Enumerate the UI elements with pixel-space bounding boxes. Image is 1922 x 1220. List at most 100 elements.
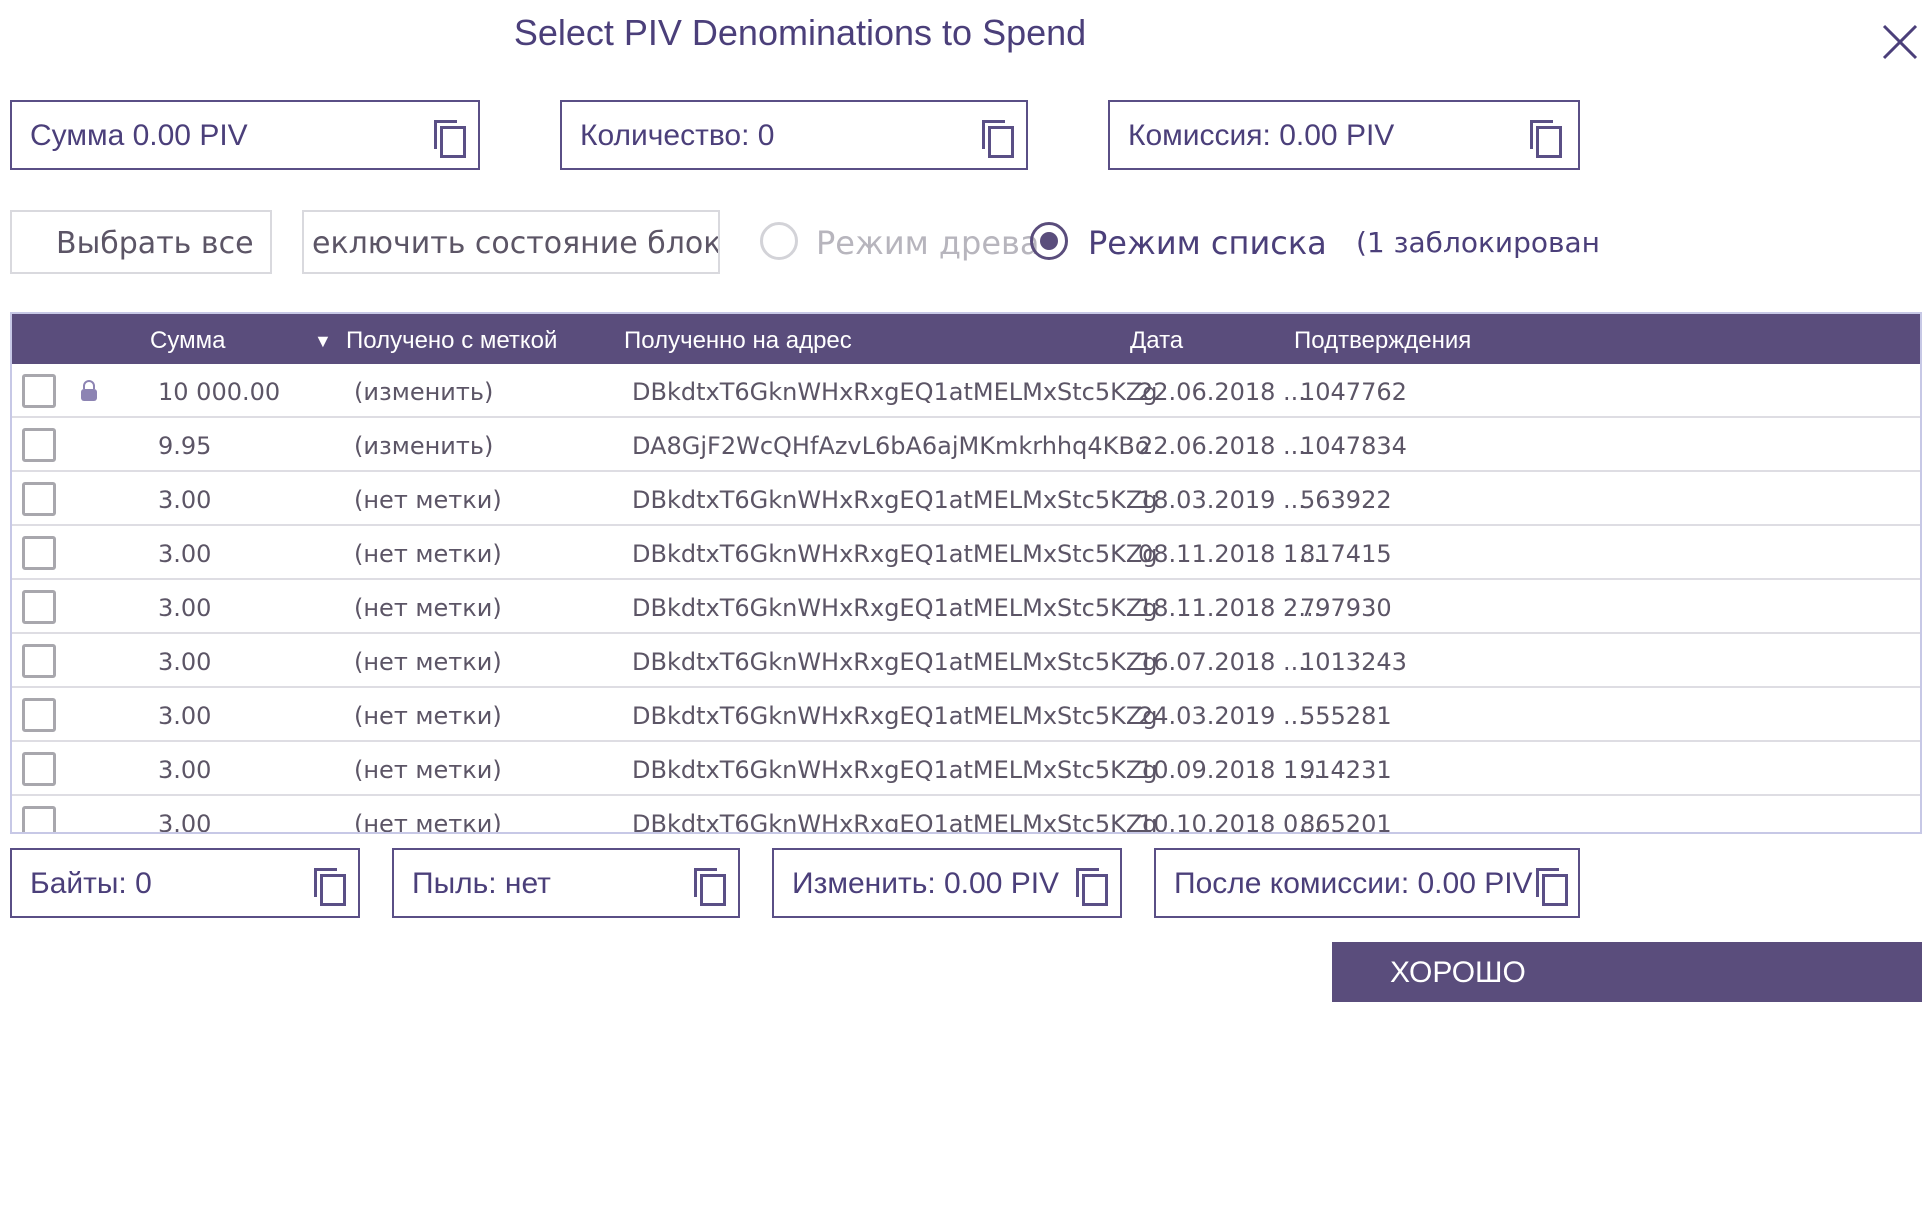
- select-all-button[interactable]: Выбрать все: [10, 210, 272, 274]
- tree-mode-label[interactable]: Режим древа: [816, 224, 1040, 262]
- row-checkbox[interactable]: [22, 806, 56, 832]
- toggle-lock-button[interactable]: еключить состояние блокирс: [302, 210, 720, 274]
- row-label: (нет метки): [354, 540, 502, 568]
- copy-icon[interactable]: [314, 868, 346, 906]
- table-row[interactable]: 3.00 (нет метки) DBkdtxT6GknWHxRxgEQ1atMEL…: [12, 580, 1920, 634]
- row-checkbox[interactable]: [22, 698, 56, 732]
- quantity-summary: Количество: 0: [560, 100, 1028, 170]
- copy-icon[interactable]: [434, 120, 466, 158]
- select-all-label: Выбрать все: [56, 226, 254, 261]
- row-label: (изменить): [354, 432, 494, 460]
- row-confirmations: 1047762: [1300, 378, 1407, 406]
- row-amount: 3.00: [158, 648, 212, 676]
- header-amount[interactable]: Сумма: [150, 327, 225, 355]
- row-address: DBkdtxT6GknWHxRxgEQ1atMELMxStc5KZg: [632, 756, 1158, 784]
- header-label[interactable]: Получено с меткой: [346, 327, 557, 355]
- row-amount: 3.00: [158, 594, 212, 622]
- row-confirmations: 555281: [1300, 702, 1392, 730]
- lock-icon: [81, 380, 97, 401]
- row-address: DA8GjF2WcQHfAzvL6bA6ajMKmkrhhq4KBo: [632, 432, 1150, 460]
- row-checkbox[interactable]: [22, 374, 56, 408]
- row-date: 08.11.2018 1...: [1138, 540, 1322, 568]
- row-amount: 3.00: [158, 540, 212, 568]
- row-checkbox[interactable]: [22, 590, 56, 624]
- row-address: DBkdtxT6GknWHxRxgEQ1atMELMxStc5KZg: [632, 702, 1158, 730]
- row-label: (нет метки): [354, 594, 502, 622]
- table-row[interactable]: 3.00 (нет метки) DBkdtxT6GknWHxRxgEQ1atMEL…: [12, 472, 1920, 526]
- row-confirmations: 1013243: [1300, 648, 1407, 676]
- ok-button-label: ХОРОШО: [1390, 956, 1526, 989]
- row-amount: 3.00: [158, 486, 212, 514]
- list-mode-label[interactable]: Режим списка: [1088, 224, 1327, 262]
- row-checkbox[interactable]: [22, 428, 56, 462]
- coins-table[interactable]: Сумма ▼ Получено с меткой Полученно на а…: [10, 312, 1922, 834]
- row-amount: 10 000.00: [158, 378, 281, 406]
- table-row[interactable]: 3.00 (нет метки) DBkdtxT6GknWHxRxgEQ1atMEL…: [12, 526, 1920, 580]
- row-label: (изменить): [354, 378, 494, 406]
- after-fee-summary: После комиссии: 0.00 PIV: [1154, 848, 1580, 918]
- row-label: (нет метки): [354, 486, 502, 514]
- row-date: 24.03.2019 ...: [1138, 702, 1306, 730]
- row-address: DBkdtxT6GknWHxRxgEQ1atMELMxStc5KZg: [632, 810, 1158, 834]
- row-address: DBkdtxT6GknWHxRxgEQ1atMELMxStc5KZg: [632, 540, 1158, 568]
- amount-summary: Сумма 0.00 PIV: [10, 100, 480, 170]
- row-date: 22.06.2018 ...: [1138, 432, 1306, 460]
- row-label: (нет метки): [354, 756, 502, 784]
- row-date: 10.10.2018 0...: [1138, 810, 1322, 834]
- locked-count: (1 заблокирован: [1356, 226, 1600, 259]
- quantity-summary-label: Количество: 0: [580, 119, 775, 152]
- dust-summary: Пыль: нет: [392, 848, 740, 918]
- copy-icon[interactable]: [1530, 120, 1562, 158]
- row-checkbox[interactable]: [22, 536, 56, 570]
- sort-down-icon: ▼: [314, 331, 332, 351]
- copy-icon[interactable]: [1076, 868, 1108, 906]
- amount-summary-label: Сумма 0.00 PIV: [30, 119, 248, 152]
- fee-summary: Комиссия: 0.00 PIV: [1108, 100, 1580, 170]
- row-confirmations: 563922: [1300, 486, 1392, 514]
- header-address[interactable]: Полученно на адрес: [624, 327, 852, 355]
- header-date[interactable]: Дата: [1130, 327, 1183, 355]
- change-summary-label: Изменить: 0.00 PIV: [792, 867, 1060, 900]
- row-amount: 3.00: [158, 810, 212, 834]
- bytes-summary-label: Байты: 0: [30, 867, 152, 900]
- row-checkbox[interactable]: [22, 752, 56, 786]
- tree-mode-radio[interactable]: [760, 222, 798, 260]
- change-summary: Изменить: 0.00 PIV: [772, 848, 1122, 918]
- row-amount: 9.95: [158, 432, 212, 460]
- row-label: (нет метки): [354, 648, 502, 676]
- row-amount: 3.00: [158, 756, 212, 784]
- row-address: DBkdtxT6GknWHxRxgEQ1atMELMxStc5KZg: [632, 648, 1158, 676]
- row-address: DBkdtxT6GknWHxRxgEQ1atMELMxStc5KZg: [632, 486, 1158, 514]
- bytes-summary: Байты: 0: [10, 848, 360, 918]
- toggle-lock-label: еключить состояние блокирс: [312, 226, 720, 261]
- row-date: 10.09.2018 1...: [1138, 756, 1322, 784]
- copy-icon[interactable]: [694, 868, 726, 906]
- row-address: DBkdtxT6GknWHxRxgEQ1atMELMxStc5KZg: [632, 594, 1158, 622]
- list-mode-radio[interactable]: [1030, 222, 1068, 260]
- row-date: 18.03.2019 ...: [1138, 486, 1306, 514]
- row-checkbox[interactable]: [22, 482, 56, 516]
- row-confirmations: 817415: [1300, 540, 1392, 568]
- close-button[interactable]: [1880, 22, 1920, 62]
- row-confirmations: 914231: [1300, 756, 1392, 784]
- table-row[interactable]: 9.95 (изменить) DA8GjF2WcQHfAzvL6bA6ajMKmk…: [12, 418, 1920, 472]
- row-amount: 3.00: [158, 702, 212, 730]
- table-row[interactable]: 3.00 (нет метки) DBkdtxT6GknWHxRxgEQ1atMEL…: [12, 688, 1920, 742]
- row-date: 18.11.2018 2...: [1138, 594, 1322, 622]
- table-row[interactable]: 3.00 (нет метки) DBkdtxT6GknWHxRxgEQ1atMEL…: [12, 742, 1920, 796]
- row-address: DBkdtxT6GknWHxRxgEQ1atMELMxStc5KZg: [632, 378, 1158, 406]
- table-row[interactable]: 3.00 (нет метки) DBkdtxT6GknWHxRxgEQ1atMEL…: [12, 796, 1920, 834]
- table-row[interactable]: 10 000.00 (изменить) DBkdtxT6GknWHxRxgEQ1a…: [12, 364, 1920, 418]
- copy-icon[interactable]: [1536, 868, 1568, 906]
- row-confirmations: 1047834: [1300, 432, 1407, 460]
- copy-icon[interactable]: [982, 120, 1014, 158]
- row-date: 22.06.2018 ...: [1138, 378, 1306, 406]
- after-fee-summary-label: После комиссии: 0.00 PIV: [1174, 867, 1533, 900]
- row-confirmations: 865201: [1300, 810, 1392, 834]
- table-row[interactable]: 3.00 (нет метки) DBkdtxT6GknWHxRxgEQ1atMEL…: [12, 634, 1920, 688]
- close-icon: [1882, 24, 1918, 60]
- row-label: (нет метки): [354, 702, 502, 730]
- row-checkbox[interactable]: [22, 644, 56, 678]
- ok-button[interactable]: ХОРОШО: [1332, 942, 1922, 1002]
- header-confirmations[interactable]: Подтверждения: [1294, 327, 1471, 355]
